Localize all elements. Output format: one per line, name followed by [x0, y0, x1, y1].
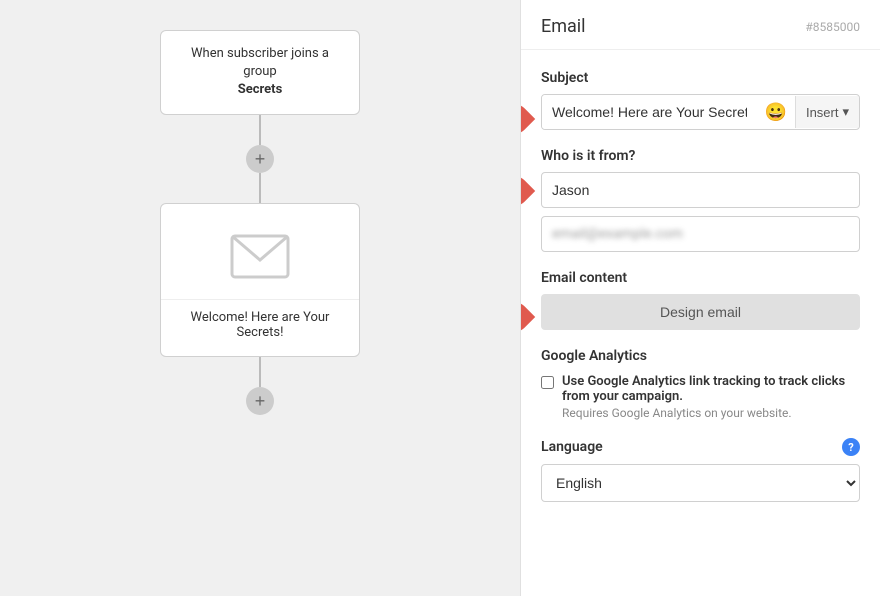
from-name-input[interactable]: [541, 172, 860, 208]
subject-group: 1 Subject 😀 Insert ▾: [541, 70, 860, 130]
help-icon[interactable]: ?: [842, 438, 860, 456]
right-content: 1 Subject 😀 Insert ▾ 2: [521, 50, 880, 596]
right-header-id: #8585000: [805, 20, 860, 34]
analytics-section: Google Analytics Use Google Analytics li…: [541, 348, 860, 420]
subject-label: Subject: [541, 70, 860, 86]
who-from-label: Who is it from?: [541, 148, 860, 164]
email-icon: [230, 234, 290, 279]
language-section: Language ? English: [541, 438, 860, 502]
trigger-line2: Secrets: [238, 82, 283, 97]
analytics-checkbox-row: Use Google Analytics link tracking to tr…: [541, 374, 860, 420]
from-email-input[interactable]: email@example.com: [541, 216, 860, 252]
design-email-button[interactable]: Design email: [541, 294, 860, 330]
analytics-checkbox[interactable]: [541, 376, 554, 389]
step-badge-3: 3: [520, 302, 529, 332]
language-label: Language: [541, 439, 603, 455]
right-panel: Email #8585000 1 Subject 😀 Insert ▾: [520, 0, 880, 596]
insert-button[interactable]: Insert ▾: [795, 96, 859, 128]
email-content-label: Email content: [541, 270, 860, 286]
emoji-button[interactable]: 😀: [757, 102, 795, 123]
subject-row: 😀 Insert ▾: [541, 94, 860, 130]
trigger-node: When subscriber joins a group Secrets: [160, 30, 360, 115]
who-from-group: 2 Who is it from? email@example.com: [541, 148, 860, 252]
email-content-group: 3 Email content Design email: [541, 270, 860, 330]
analytics-checkbox-text-bold: Use Google Analytics link tracking to tr…: [562, 374, 845, 404]
email-node-label: Welcome! Here are Your Secrets!: [161, 299, 359, 356]
right-header-title: Email: [541, 16, 586, 37]
add-step-button-1[interactable]: +: [246, 145, 274, 173]
step-badge-2: 2: [520, 176, 529, 206]
step-badge-1: 1: [520, 104, 529, 134]
analytics-label: Google Analytics: [541, 348, 860, 364]
language-header: Language ?: [541, 438, 860, 456]
email-node[interactable]: Welcome! Here are Your Secrets!: [160, 203, 360, 357]
add-step-button-2[interactable]: +: [246, 387, 274, 415]
language-select[interactable]: English: [541, 464, 860, 502]
analytics-checkbox-subtext: Requires Google Analytics on your websit…: [562, 406, 860, 420]
analytics-text: Use Google Analytics link tracking to tr…: [562, 374, 860, 420]
connector-2: [259, 173, 261, 203]
connector-3: [259, 357, 261, 387]
right-header: Email #8585000: [521, 0, 880, 50]
connector-1: [259, 115, 261, 145]
trigger-line1: When subscriber joins a group: [191, 46, 329, 79]
subject-input[interactable]: [542, 95, 757, 129]
email-icon-area: [210, 204, 310, 299]
left-panel: When subscriber joins a group Secrets + …: [0, 0, 520, 596]
